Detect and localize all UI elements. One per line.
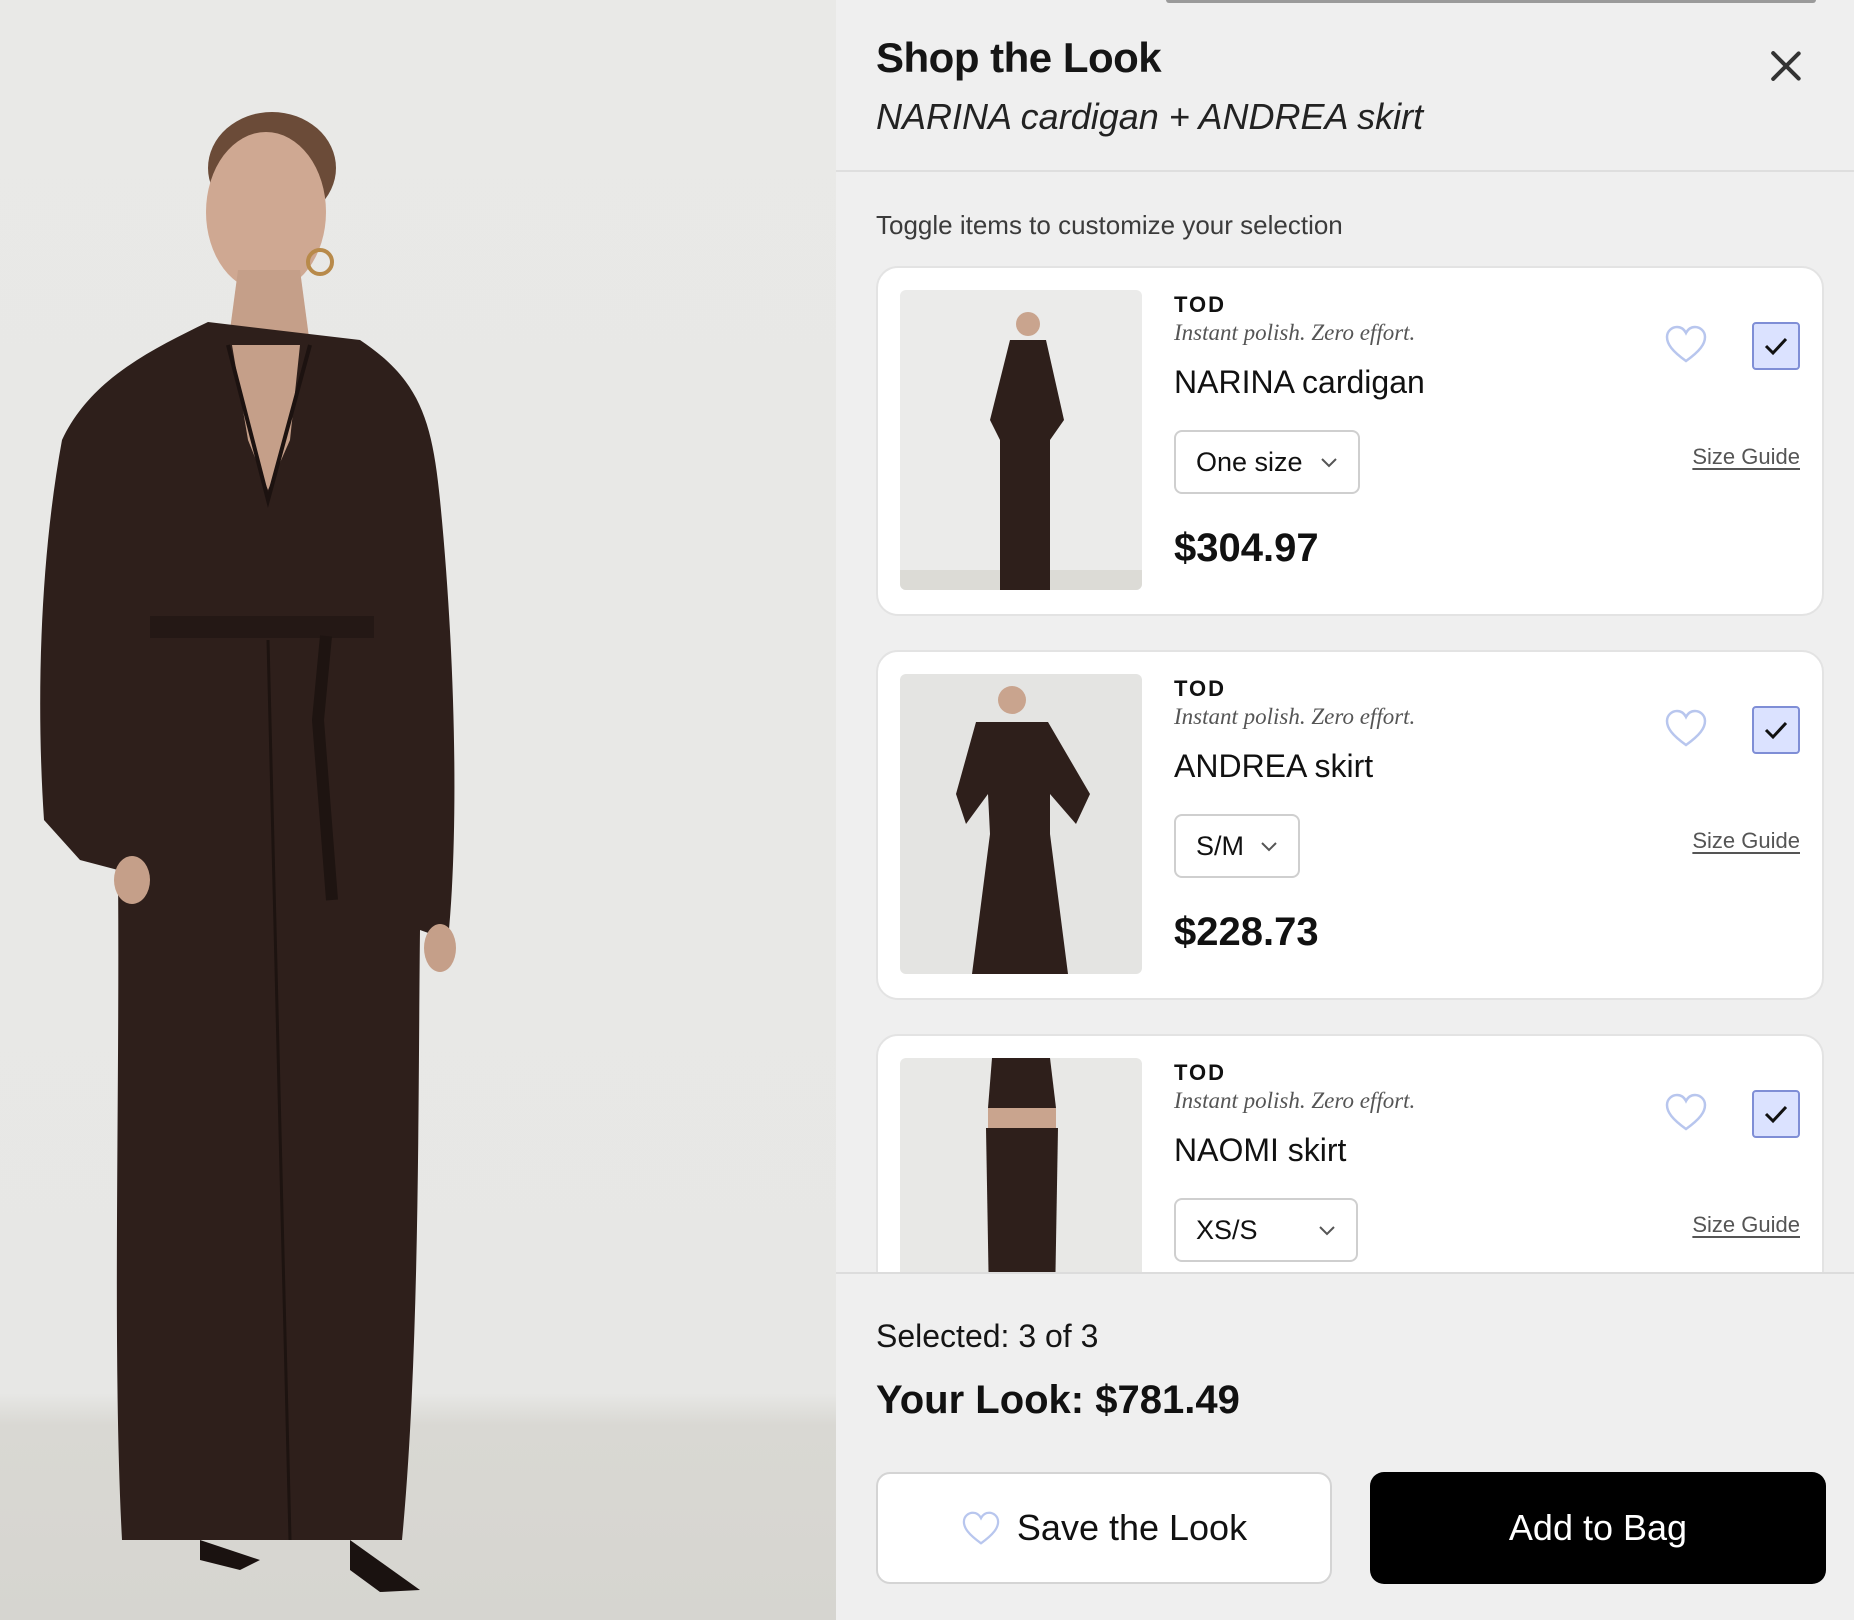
add-to-bag-button[interactable]: Add to Bag bbox=[1370, 1472, 1826, 1584]
heart-icon[interactable] bbox=[1664, 708, 1708, 748]
panel-title: Shop the Look bbox=[876, 34, 1162, 81]
size-guide-link[interactable]: Size Guide bbox=[1692, 444, 1800, 470]
product-name: NARINA cardigan bbox=[1174, 364, 1425, 400]
panel-subtitle: NARINA cardigan + ANDREA skirt bbox=[876, 96, 1424, 137]
size-value: One size bbox=[1196, 446, 1303, 477]
size-select[interactable]: S/M bbox=[1174, 814, 1300, 878]
heart-icon bbox=[962, 1511, 1000, 1545]
size-value: XS/S bbox=[1196, 1214, 1258, 1245]
size-value: S/M bbox=[1196, 830, 1245, 861]
size-select[interactable]: XS/S bbox=[1174, 1198, 1358, 1262]
brand-label: TOD bbox=[1174, 676, 1227, 701]
product-tagline: Instant polish. Zero effort. bbox=[1174, 704, 1416, 729]
product-tagline: Instant polish. Zero effort. bbox=[1174, 1088, 1416, 1113]
product-name: NAOMI skirt bbox=[1174, 1132, 1347, 1168]
chevron-down-icon bbox=[1261, 842, 1277, 852]
items-scroll-area[interactable]: Toggle items to customize your selection… bbox=[836, 174, 1854, 1272]
heart-icon[interactable] bbox=[1664, 324, 1708, 364]
selected-count: Selected: 3 of 3 bbox=[876, 1318, 1099, 1354]
panel-footer: Selected: 3 of 3 Your Look: $781.49 Save… bbox=[836, 1272, 1854, 1620]
brand-label: TOD bbox=[1174, 1060, 1227, 1085]
product-card: TOD Instant polish. Zero effort. NAOMI s… bbox=[876, 1034, 1824, 1272]
save-look-label: Save the Look bbox=[1016, 1507, 1248, 1548]
chevron-down-icon bbox=[1319, 1226, 1335, 1236]
shop-the-look-panel: Shop the Look NARINA cardigan + ANDREA s… bbox=[836, 0, 1854, 1620]
close-icon[interactable] bbox=[1764, 44, 1808, 88]
item-select-checkbox[interactable] bbox=[1752, 322, 1800, 370]
product-thumbnail bbox=[900, 674, 1142, 974]
product-thumbnail bbox=[900, 1058, 1142, 1272]
brand-label: TOD bbox=[1174, 292, 1227, 317]
size-select[interactable]: One size bbox=[1174, 430, 1360, 494]
product-name: ANDREA skirt bbox=[1174, 748, 1374, 784]
product-price: $304.97 bbox=[1174, 526, 1319, 570]
hero-model-photo bbox=[0, 0, 836, 1620]
product-thumbnail bbox=[900, 290, 1142, 590]
size-guide-link[interactable]: Size Guide bbox=[1692, 1212, 1800, 1238]
product-card: TOD Instant polish. Zero effort. NARINA … bbox=[876, 266, 1824, 616]
product-card: TOD Instant polish. Zero effort. ANDREA … bbox=[876, 650, 1824, 1000]
checkmark-icon bbox=[1764, 1105, 1788, 1124]
item-select-checkbox[interactable] bbox=[1752, 706, 1800, 754]
panel-header: Shop the Look NARINA cardigan + ANDREA s… bbox=[836, 0, 1854, 172]
checkmark-icon bbox=[1764, 721, 1788, 740]
chevron-down-icon bbox=[1321, 458, 1337, 468]
item-select-checkbox[interactable] bbox=[1752, 1090, 1800, 1138]
save-look-button[interactable]: Save the Look bbox=[876, 1472, 1332, 1584]
look-total: Your Look: $781.49 bbox=[876, 1378, 1240, 1422]
selection-hint: Toggle items to customize your selection bbox=[876, 210, 1343, 240]
product-price: $228.73 bbox=[1174, 910, 1319, 954]
product-tagline: Instant polish. Zero effort. bbox=[1174, 320, 1416, 345]
heart-icon[interactable] bbox=[1664, 1092, 1708, 1132]
size-guide-link[interactable]: Size Guide bbox=[1692, 828, 1800, 854]
add-to-bag-label: Add to Bag bbox=[1508, 1507, 1688, 1548]
checkmark-icon bbox=[1764, 337, 1788, 356]
